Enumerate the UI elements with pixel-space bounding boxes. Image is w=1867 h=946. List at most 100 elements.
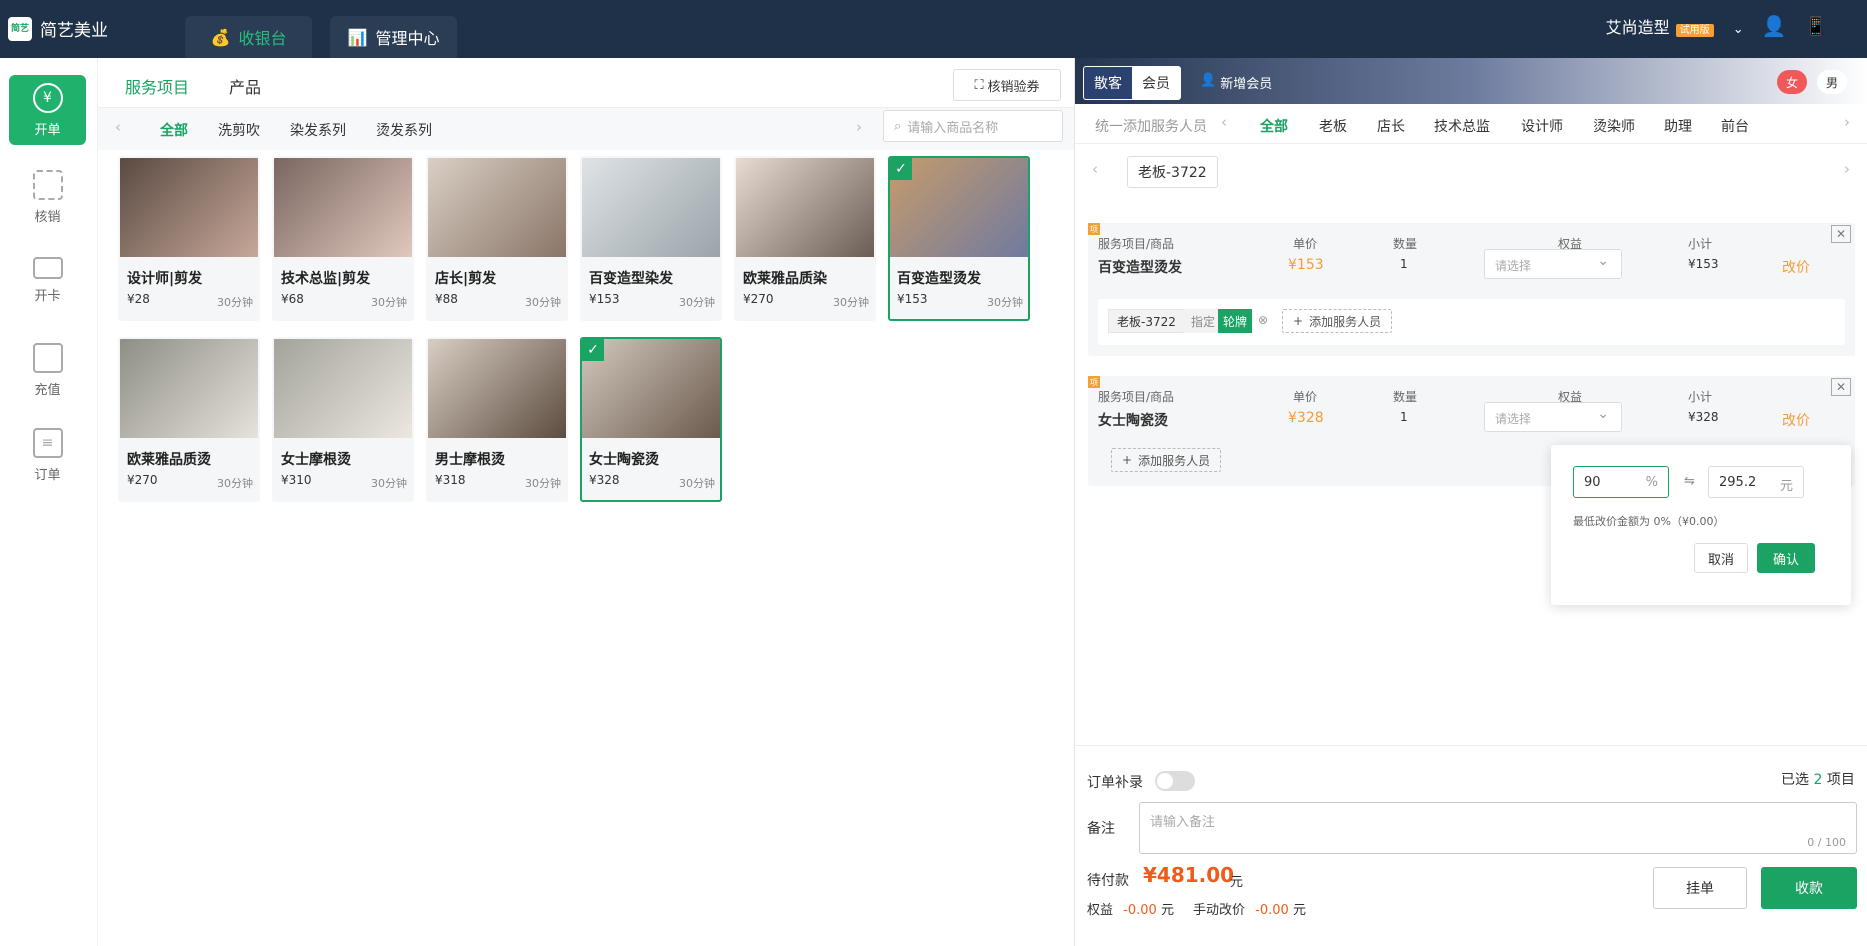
percent-value: 90 — [1584, 475, 1601, 490]
product-card[interactable]: 女士摩根烫 ¥310 30分钟 — [272, 337, 414, 502]
cancel-button[interactable]: 取消 — [1694, 543, 1748, 573]
role-tech-director[interactable]: 技术总监 — [1434, 116, 1490, 136]
search-icon: ⌕ — [894, 118, 902, 134]
product-card[interactable]: 店长|剪发 ¥88 30分钟 — [426, 156, 568, 321]
product-card[interactable]: ✓ 百变造型烫发 ¥153 30分钟 — [888, 156, 1030, 321]
role-colorist[interactable]: 烫染师 — [1593, 116, 1635, 136]
add-member-button[interactable]: 👤 新增会员 — [1200, 73, 1272, 92]
item-price: ¥328 — [1288, 410, 1324, 426]
sidebar-item-label: 充值 — [34, 382, 61, 398]
sidebar-item-recharge[interactable]: 充值 — [9, 335, 86, 405]
unify-staff-label[interactable]: 统一添加服务人员 — [1095, 116, 1207, 136]
assign-designated[interactable]: 指定 — [1183, 309, 1224, 333]
product-card[interactable]: 欧莱雅品质烫 ¥270 30分钟 — [118, 337, 260, 502]
product-card[interactable]: 设计师|剪发 ¥28 30分钟 — [118, 156, 260, 321]
chevron-right-icon[interactable]: › — [856, 118, 862, 136]
due-label: 待付款 — [1087, 873, 1129, 889]
item-price: ¥153 — [1288, 257, 1324, 273]
category-dye[interactable]: 染发系列 — [290, 120, 346, 140]
product-card[interactable]: 百变造型染发 ¥153 30分钟 — [580, 156, 722, 321]
benefit-select[interactable]: 请选择 — [1484, 402, 1622, 432]
product-name: 男士摩根烫 — [435, 452, 505, 468]
checkout-footer: 订单补录 已选 2 项目 备注 请输入备注 0 / 100 待付款 ¥481.0… — [1075, 745, 1867, 946]
customer-type-member[interactable]: 会员 — [1132, 67, 1180, 99]
sidebar-item-label: 开卡 — [34, 288, 61, 304]
role-boss[interactable]: 老板 — [1319, 116, 1347, 136]
product-image — [274, 339, 412, 438]
assign-rotation[interactable]: 轮牌 — [1218, 309, 1253, 333]
nav-cashier[interactable]: 💰 收银台 — [185, 16, 312, 58]
customer-type-walkin[interactable]: 散客 — [1084, 67, 1132, 99]
product-card[interactable]: 欧莱雅品质染 ¥270 30分钟 — [734, 156, 876, 321]
chevron-left-icon[interactable]: ‹ — [1092, 160, 1098, 178]
header-subtotal: 小计 — [1688, 390, 1713, 404]
user-icon[interactable]: 👤 — [1762, 14, 1787, 38]
sidebar-item-orders[interactable]: ≡ 订单 — [9, 420, 86, 490]
store-switcher[interactable]: 艾尚造型 试用版 ⌄ — [1606, 14, 1744, 38]
discount-percent-input[interactable]: 90 % — [1573, 466, 1669, 498]
sidebar-item-verify[interactable]: 核销 — [9, 162, 86, 232]
nav-management[interactable]: 📊 管理中心 — [330, 16, 457, 58]
mobile-icon[interactable]: 📱 — [1805, 16, 1827, 37]
customer-bar: 散客 会员 👤 新增会员 女 男 — [1075, 58, 1867, 104]
main-tabs: 服务项目 产品 ⛶ 核销验券 — [98, 58, 1074, 112]
item-qty[interactable]: 1 — [1400, 410, 1408, 424]
role-all[interactable]: 全部 — [1260, 116, 1288, 136]
gender-female[interactable]: 女 — [1777, 70, 1807, 94]
item-qty[interactable]: 1 — [1400, 257, 1408, 271]
role-manager[interactable]: 店长 — [1377, 116, 1405, 136]
confirm-button[interactable]: 确认 — [1757, 543, 1815, 573]
remove-staff-icon[interactable]: ⊗ — [1258, 313, 1268, 327]
note-textarea[interactable]: 请输入备注 0 / 100 — [1139, 802, 1857, 854]
product-name: 技术总监|剪发 — [281, 271, 371, 287]
edit-price-link[interactable]: 改价 — [1782, 257, 1810, 277]
nav-cashier-label: 收银台 — [238, 29, 287, 48]
app-name: 简艺美业 — [40, 21, 108, 41]
checkout-button[interactable]: 收款 — [1761, 867, 1857, 909]
chevron-left-icon[interactable]: ‹ — [115, 118, 121, 136]
item-subtotal: ¥328 — [1688, 410, 1719, 424]
supplement-toggle[interactable] — [1155, 771, 1195, 791]
app-logo: 简艺 简艺美业 — [8, 16, 108, 41]
edit-price-link[interactable]: 改价 — [1782, 410, 1810, 430]
sidebar-item-label: 开单 — [34, 122, 61, 138]
role-designer[interactable]: 设计师 — [1521, 116, 1563, 136]
role-assistant[interactable]: 助理 — [1664, 116, 1692, 136]
product-duration: 30分钟 — [525, 296, 561, 309]
benefit-select[interactable]: 请选择 — [1484, 249, 1622, 279]
product-name: 欧莱雅品质烫 — [127, 452, 211, 468]
product-duration: 30分钟 — [371, 477, 407, 490]
role-reception[interactable]: 前台 — [1721, 116, 1749, 136]
add-staff-label: 添加服务人员 — [1138, 453, 1211, 468]
product-card[interactable]: 技术总监|剪发 ¥68 30分钟 — [272, 156, 414, 321]
hold-order-button[interactable]: 挂单 — [1653, 867, 1747, 909]
product-name: 设计师|剪发 — [127, 271, 203, 287]
tab-products[interactable]: 产品 — [229, 74, 261, 98]
tab-services[interactable]: 服务项目 — [125, 74, 190, 112]
close-icon[interactable]: ✕ — [1831, 225, 1851, 243]
product-duration: 30分钟 — [217, 477, 253, 490]
category-all[interactable]: 全部 — [160, 120, 188, 140]
discount-amount-input[interactable]: 295.2 元 — [1708, 466, 1804, 498]
product-card[interactable]: 男士摩根烫 ¥318 30分钟 — [426, 337, 568, 502]
sidebar-item-open-card[interactable]: 开卡 — [9, 245, 86, 315]
category-perm[interactable]: 烫发系列 — [376, 120, 432, 140]
role-filter: 统一添加服务人员 ‹ 全部 老板 店长 技术总监 设计师 烫染师 助理 前台 › — [1075, 104, 1867, 144]
gender-male[interactable]: 男 — [1817, 70, 1847, 94]
scan-icon: ⛶ — [974, 77, 984, 93]
chevron-right-icon[interactable]: › — [1844, 160, 1850, 178]
product-card[interactable]: ✓ 女士陶瓷烫 ¥328 30分钟 — [580, 337, 722, 502]
verify-coupon-button[interactable]: ⛶ 核销验券 — [953, 69, 1061, 101]
search-input[interactable]: ⌕ 请输入商品名称 — [883, 110, 1063, 142]
staff-chip[interactable]: 老板-3722 — [1127, 156, 1218, 188]
add-staff-button[interactable]: + 添加服务人员 — [1111, 448, 1222, 472]
sidebar-item-billing[interactable]: ¥ 开单 — [9, 75, 86, 145]
category-wash-cut[interactable]: 洗剪吹 — [218, 120, 260, 140]
main-panel: 服务项目 产品 ⛶ 核销验券 ‹ 全部 洗剪吹 染发系列 烫发系列 › ⌕ 请输… — [98, 58, 1074, 946]
add-staff-button[interactable]: + 添加服务人员 — [1282, 309, 1393, 333]
chevron-right-icon[interactable]: › — [1844, 113, 1850, 131]
close-icon[interactable]: ✕ — [1831, 378, 1851, 396]
chevron-left-icon[interactable]: ‹ — [1221, 113, 1227, 131]
supplement-label: 订单补录 — [1087, 775, 1143, 791]
product-name: 百变造型染发 — [589, 271, 673, 287]
